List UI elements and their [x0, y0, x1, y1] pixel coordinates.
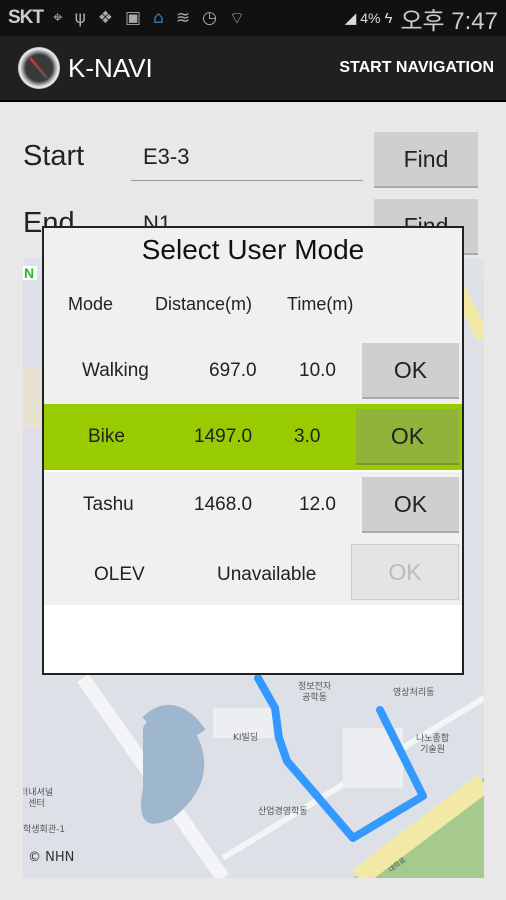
ok-button-bike[interactable]: OK — [356, 409, 459, 465]
mode-distance: 1497.0 — [194, 426, 253, 447]
mode-row-olev: OLEV Unavailable OK — [44, 538, 462, 605]
action-bar: K-NAVI START NAVIGATION — [0, 36, 506, 102]
mode-name: Walking — [82, 360, 149, 381]
map-label: 산업경영학동 — [258, 807, 308, 817]
battery-charging-icon: ϟ — [384, 9, 393, 27]
map-label: 나노종합 기술원 — [416, 734, 450, 755]
start-label: Start — [23, 140, 85, 172]
mode-name: OLEV — [94, 564, 145, 585]
usb-icon: ψ — [74, 7, 86, 28]
clock: 오후 7:47 — [400, 7, 498, 35]
column-header-distance: Distance(m) — [155, 294, 253, 314]
mode-time: 12.0 — [299, 494, 336, 515]
compass-logo-icon — [18, 47, 60, 89]
mode-distance: Unavailable — [217, 564, 317, 585]
mode-name: Bike — [88, 426, 125, 447]
app-title: K-NAVI — [68, 52, 153, 83]
signal-icon: ◢ — [344, 10, 357, 27]
map-label: 터내셔널 센터 — [23, 788, 54, 809]
start-navigation-button[interactable]: START NAVIGATION — [339, 59, 494, 77]
status-bar: SKT ⌖ ψ ❖ ▣ ⌂ ≋ ◷ ⌔ ◢ 4% ϟ 오후 7:47 — [0, 0, 506, 36]
start-input[interactable]: E3-3 — [131, 144, 363, 181]
mode-name: Tashu — [83, 494, 134, 515]
mode-row-tashu[interactable]: Tashu 1468.0 12.0 OK — [44, 472, 462, 538]
mode-time: 10.0 — [299, 360, 336, 381]
ok-button-tashu[interactable]: OK — [362, 477, 459, 533]
mode-distance: 697.0 — [209, 360, 257, 381]
carrier-label: SKT — [8, 7, 44, 28]
battery-level: 4% — [360, 10, 381, 26]
select-user-mode-dialog: Select User Mode Mode Distance(m) Time(m… — [42, 226, 464, 675]
gallery-icon: ▣ — [125, 7, 142, 28]
map-label: 정보전자 공학동 — [298, 682, 332, 703]
ok-button-walking[interactable]: OK — [362, 343, 459, 399]
naver-logo-icon: N — [24, 265, 34, 281]
column-header-time: Time(m) — [287, 294, 354, 314]
map-label: 영상처리동 — [393, 688, 435, 698]
dropbox-icon: ❖ — [97, 7, 114, 28]
map-copyright: © NHN — [28, 850, 75, 865]
mute-icon: ≋ — [175, 7, 191, 28]
mode-row-bike[interactable]: Bike 1497.0 3.0 OK — [44, 404, 462, 470]
find-start-button[interactable]: Find — [374, 132, 478, 188]
gps-icon: ⌖ — [53, 7, 63, 28]
map-label: KI빌딩 — [233, 733, 259, 743]
alarm-icon: ◷ — [202, 7, 217, 28]
mode-row-walking[interactable]: Walking 697.0 10.0 OK — [44, 338, 462, 404]
wifi-icon: ⌔ — [229, 8, 245, 29]
dialog-title: Select User Mode — [141, 234, 365, 265]
home-app-icon: ⌂ — [153, 7, 164, 28]
column-header-mode: Mode — [68, 294, 114, 314]
mode-time: 3.0 — [294, 426, 321, 447]
mode-distance: 1468.0 — [194, 494, 253, 515]
ok-button-olev-disabled: OK — [351, 544, 459, 600]
map-label: 학생회관-1 — [23, 825, 66, 835]
